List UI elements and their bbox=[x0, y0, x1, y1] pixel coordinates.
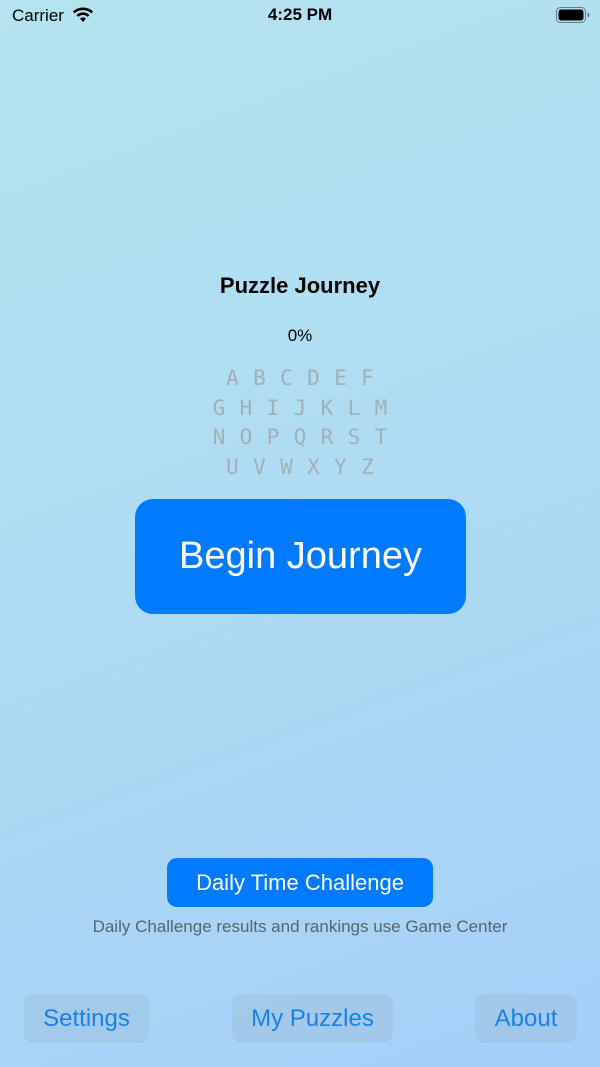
page-title: Puzzle Journey bbox=[219, 273, 381, 298]
letter: Y bbox=[334, 454, 347, 479]
letter: Z bbox=[361, 454, 374, 479]
letter: D bbox=[307, 366, 320, 390]
letter: V bbox=[253, 454, 266, 479]
letter-row: UVWXYZ bbox=[0, 453, 600, 483]
letter: N bbox=[212, 425, 226, 449]
letter: R bbox=[320, 425, 334, 449]
letter-grid: ABCDEF GHIJKLM NOPQRST UVWXYZ bbox=[0, 364, 600, 482]
letter: C bbox=[280, 366, 293, 390]
letter: B bbox=[253, 366, 266, 390]
letter-row: ABCDEF bbox=[0, 364, 600, 394]
settings-button[interactable]: Settings bbox=[24, 994, 149, 1043]
battery-icon bbox=[556, 7, 590, 23]
status-bar: Carrier 4:25 PM bbox=[0, 0, 600, 32]
letter: G bbox=[212, 395, 226, 420]
letter: M bbox=[374, 395, 388, 420]
letter: H bbox=[239, 395, 253, 420]
letter-row: GHIJKLM bbox=[0, 394, 600, 424]
letter: X bbox=[307, 454, 320, 479]
letter: U bbox=[226, 454, 239, 479]
letter: S bbox=[347, 425, 361, 449]
letter: K bbox=[320, 395, 334, 420]
progress-percent: 0% bbox=[287, 326, 313, 345]
letter: W bbox=[280, 454, 293, 479]
letter: I bbox=[266, 395, 280, 420]
letter-row: NOPQRST bbox=[0, 423, 600, 453]
game-center-caption: Daily Challenge results and rankings use… bbox=[92, 917, 508, 936]
begin-journey-button[interactable]: Begin Journey bbox=[135, 499, 466, 614]
letter: L bbox=[347, 395, 361, 420]
letter: P bbox=[266, 425, 280, 449]
letter: F bbox=[361, 366, 374, 390]
daily-time-challenge-button[interactable]: Daily Time Challenge bbox=[167, 858, 433, 907]
letter: O bbox=[239, 425, 253, 449]
letter: A bbox=[226, 366, 239, 390]
my-puzzles-button[interactable]: My Puzzles bbox=[232, 994, 393, 1043]
letter: E bbox=[334, 366, 347, 390]
status-time: 4:25 PM bbox=[267, 5, 333, 24]
about-button[interactable]: About bbox=[475, 994, 577, 1043]
letter: Q bbox=[293, 425, 307, 449]
letter: T bbox=[374, 425, 388, 449]
letter: J bbox=[293, 395, 307, 420]
